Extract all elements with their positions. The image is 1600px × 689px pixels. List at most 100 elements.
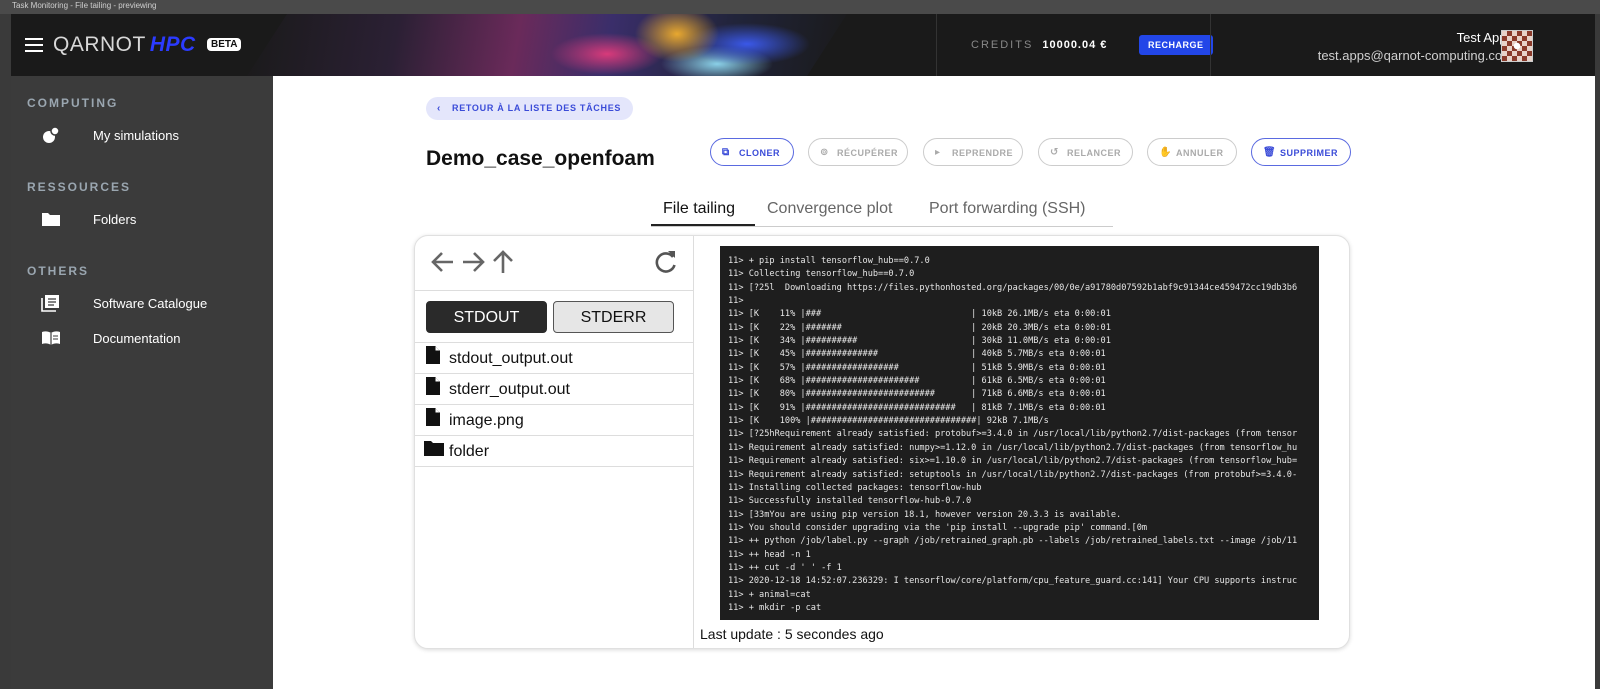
sidebar-item-label: My simulations [93, 128, 179, 143]
log-line: 11> + mkdir -p cat [728, 602, 822, 613]
log-line: 11> [K 22% |####### | 20kB 20.3MB/s eta … [728, 322, 1111, 333]
stdout-button[interactable]: STDOUT [426, 301, 547, 333]
log-terminal[interactable]: 11> + pip install tensorflow_hub==0.7.0 … [720, 246, 1319, 620]
trash-icon: 🗑 [1263, 147, 1277, 158]
log-line: 11> ++ python /job/label.py --graph /job… [728, 536, 1298, 547]
log-line: 11> [K 100% |###########################… [728, 416, 1049, 427]
sidebar: COMPUTING My simulations RESSOURCES Fold… [11, 76, 273, 689]
retrieve-button[interactable]: ⊚ RÉCUPÉRER [808, 138, 908, 166]
log-line: 11> Requirement already satisfied: numpy… [728, 442, 1298, 453]
user-email: test.apps@qarnot-computing.com [1317, 48, 1513, 63]
log-line: 11> [?25l Downloading https://files.pyth… [728, 282, 1298, 293]
restart-label: RELANCER [1067, 148, 1122, 158]
log-output: 11> + pip install tensorflow_hub==0.7.0 … [720, 246, 1319, 615]
log-line: 11> [K 80% |######################### | … [728, 389, 1106, 400]
active-tab-indicator [651, 224, 755, 226]
header-banner-art [247, 14, 847, 76]
log-line: 11> [K 45% |############## | 40kB 5.7MB/… [728, 349, 1106, 360]
file-name: stdout_output.out [449, 350, 573, 367]
cancel-button[interactable]: ✋ ANNULER [1147, 138, 1237, 166]
refresh-icon[interactable] [651, 248, 679, 276]
delete-button[interactable]: 🗑 SUPPRIMER [1251, 138, 1351, 166]
section-title-computing: COMPUTING [27, 96, 119, 110]
clone-button[interactable]: ⧉ CLONER [710, 138, 794, 166]
log-line: 11> Requirement already satisfied: six>=… [728, 456, 1298, 467]
log-line: 11> + animal=cat [728, 589, 811, 600]
recharge-button[interactable]: RECHARGE [1139, 35, 1213, 55]
log-line: 11> Collecting tensorflow_hub==0.7.0 [728, 269, 915, 280]
file-icon [426, 377, 440, 395]
stderr-button[interactable]: STDERR [553, 301, 674, 333]
sidebar-item-documentation[interactable]: Documentation [41, 327, 261, 351]
book-icon [42, 331, 60, 345]
log-line: 11> Installing collected packages: tenso… [728, 482, 982, 493]
window-title-bar: Task Monitoring - File tailing - preview… [0, 0, 1600, 14]
arrow-up-icon[interactable] [489, 248, 517, 276]
retrieve-label: RÉCUPÉRER [837, 148, 899, 158]
restart-button[interactable]: ↺ RELANCER [1038, 138, 1133, 166]
resume-button[interactable]: ▸ REPRENDRE [923, 138, 1023, 166]
hand-icon: ✋ [1159, 147, 1172, 158]
file-row[interactable]: image.png [415, 405, 693, 436]
sidebar-item-software-catalogue[interactable]: Software Catalogue [41, 292, 261, 316]
sidebar-item-label: Folders [93, 212, 137, 227]
window-title: Task Monitoring - File tailing - preview… [12, 1, 157, 10]
resume-label: REPRENDRE [952, 148, 1014, 158]
last-update-text: Last update : 5 secondes ago [700, 626, 884, 642]
credits-display: CREDITS 10000.04 € [971, 39, 1107, 51]
log-line: 11> ++ cut -d ' ' -f 1 [728, 562, 842, 573]
log-line: 11> + pip install tensorflow_hub==0.7.0 [728, 256, 930, 266]
arrow-left-icon[interactable] [429, 248, 457, 276]
cancel-label: ANNULER [1176, 148, 1224, 158]
log-line: 11> 2020-12-18 14:52:07.236329: I tensor… [728, 576, 1298, 587]
top-bar: QARNOT HPC BETA CREDITS 10000.04 € RECHAR… [11, 14, 1595, 76]
folder-name: folder [449, 443, 490, 460]
section-title-ressources: RESSOURCES [27, 180, 132, 194]
logo-accent: HPC [149, 33, 196, 56]
restart-icon: ↺ [1050, 147, 1059, 158]
sidebar-item-folders[interactable]: Folders [41, 208, 261, 232]
catalogue-icon [41, 295, 59, 312]
file-icon [426, 408, 440, 426]
log-line: 11> Successfully installed tensorflow-hu… [728, 496, 972, 507]
file-tailing-card: STDOUT STDERR stdout_output.out stderr_o… [414, 235, 1350, 649]
logo-text: QARNOT [53, 33, 146, 56]
app: QARNOT HPC BETA CREDITS 10000.04 € RECHAR… [11, 14, 1595, 689]
tab-file-tailing[interactable]: File tailing [663, 200, 735, 218]
section-title-others: OTHERS [27, 264, 90, 278]
folder-row[interactable]: folder [415, 436, 693, 467]
menu-icon[interactable] [25, 38, 43, 52]
folder-icon [424, 441, 444, 456]
file-row[interactable]: stderr_output.out [415, 374, 693, 405]
sidebar-item-label: Documentation [93, 331, 181, 346]
log-line: 11> ++ head -n 1 [728, 549, 811, 560]
log-line: 11> [?25hRequirement already satisfied: … [728, 429, 1298, 440]
arrow-right-icon[interactable] [459, 248, 487, 276]
simulations-icon [43, 126, 60, 143]
log-line: 11> [K 68% |###################### | 61k… [728, 376, 1106, 387]
main-content: ‹ RETOUR À LA LISTE DES TÂCHES Demo_case… [273, 76, 1595, 689]
clone-label: CLONER [739, 148, 780, 158]
file-icon [426, 346, 440, 364]
log-line: 11> You should consider upgrading via th… [728, 522, 1148, 533]
sidebar-item-label: Software Catalogue [93, 296, 208, 311]
avatar[interactable] [1501, 30, 1533, 62]
logo[interactable]: QARNOT HPC [53, 33, 196, 57]
tab-port-forwarding[interactable]: Port forwarding (SSH) [929, 200, 1086, 218]
header-divider [936, 14, 937, 76]
copy-icon: ⧉ [722, 147, 730, 158]
log-line: 11> [K 57% |################## | 51kB 5.… [728, 362, 1106, 373]
divider [415, 290, 693, 291]
file-name: stderr_output.out [449, 381, 570, 398]
log-line: 11> [K 11% |### | 10kB 26.1MB/s eta 0:00… [728, 309, 1111, 320]
back-to-tasks-button[interactable]: ‹ RETOUR À LA LISTE DES TÂCHES [426, 97, 634, 120]
log-line: 11> [728, 296, 744, 307]
beta-badge: BETA [207, 38, 242, 51]
log-line: 11> [33mYou are using pip version 18.1, … [728, 509, 1122, 520]
tab-convergence-plot[interactable]: Convergence plot [767, 200, 892, 218]
file-row[interactable]: stdout_output.out [415, 343, 693, 374]
sidebar-item-my-simulations[interactable]: My simulations [41, 124, 261, 148]
credits-label: CREDITS [971, 39, 1034, 51]
header-divider [1210, 14, 1211, 76]
log-line: 11> Requirement already satisfied: setup… [728, 469, 1298, 480]
